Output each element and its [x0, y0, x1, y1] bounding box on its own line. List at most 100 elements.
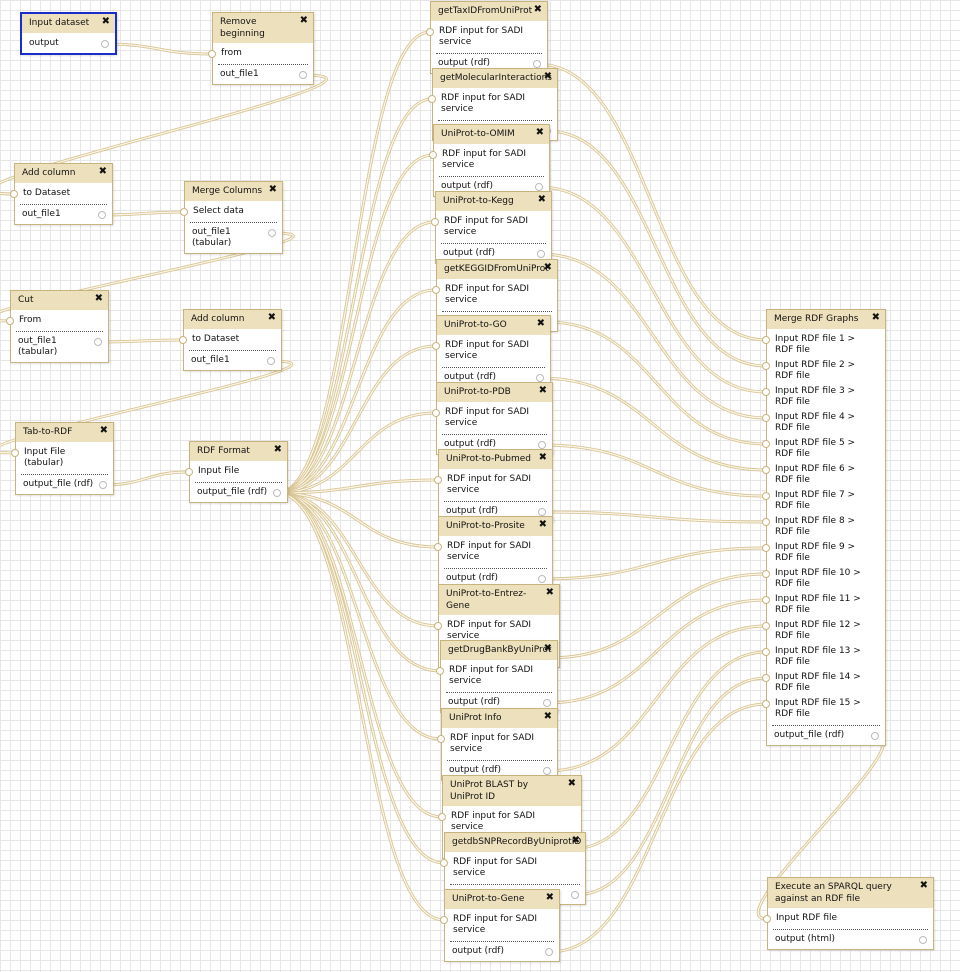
- input-terminal[interactable]: [10, 190, 18, 198]
- input-terminal[interactable]: [762, 622, 770, 630]
- node-title[interactable]: UniProt Info ✖: [442, 709, 557, 728]
- input-terminal[interactable]: [762, 596, 770, 604]
- close-icon[interactable]: ✖: [99, 166, 107, 178]
- node-title[interactable]: getDrugBankByUniProt ✖: [441, 641, 557, 660]
- node-title[interactable]: Tab-to-RDF ✖: [16, 423, 113, 442]
- output-terminal[interactable]: [919, 936, 927, 944]
- input-terminal[interactable]: [434, 543, 442, 551]
- node-uniprot-info[interactable]: UniProt Info ✖ RDF input for SADI service o…: [437, 708, 558, 781]
- node-uniprot-to-pubmed[interactable]: UniProt-to-Pubmed ✖ RDF input for SADI ser…: [434, 449, 553, 522]
- node-title[interactable]: Input dataset ✖: [22, 14, 115, 33]
- close-icon[interactable]: ✖: [572, 835, 580, 847]
- output-terminal[interactable]: [267, 357, 275, 365]
- input-terminal[interactable]: [179, 336, 187, 344]
- close-icon[interactable]: ✖: [546, 587, 554, 599]
- input-terminal[interactable]: [436, 667, 444, 675]
- output-terminal[interactable]: [535, 183, 543, 191]
- close-icon[interactable]: ✖: [95, 293, 103, 305]
- node-title[interactable]: getMolecularInteractions ✖: [433, 69, 557, 88]
- node-gettaxidfromuniprot[interactable]: getTaxIDFromUniProt ✖ RDF input for SADI s…: [426, 1, 548, 74]
- close-icon[interactable]: ✖: [544, 262, 552, 274]
- input-terminal[interactable]: [762, 570, 770, 578]
- output-terminal[interactable]: [99, 481, 107, 489]
- close-icon[interactable]: ✖: [539, 452, 547, 464]
- close-icon[interactable]: ✖: [269, 184, 277, 196]
- node-title[interactable]: UniProt-to-Gene ✖: [445, 890, 559, 909]
- node-title[interactable]: UniProt-to-Pubmed ✖: [439, 450, 552, 469]
- close-icon[interactable]: ✖: [872, 312, 880, 324]
- input-terminal[interactable]: [434, 622, 442, 630]
- input-terminal[interactable]: [431, 218, 439, 226]
- output-terminal[interactable]: [533, 60, 541, 68]
- node-title[interactable]: Add column ✖: [184, 310, 281, 329]
- close-icon[interactable]: ✖: [300, 15, 308, 27]
- output-terminal[interactable]: [94, 338, 102, 346]
- node-cut[interactable]: Cut ✖ From out_file1 (tabular): [6, 290, 109, 363]
- output-terminal[interactable]: [537, 250, 545, 258]
- node-title[interactable]: Remove beginning ✖: [213, 13, 313, 43]
- input-terminal[interactable]: [762, 648, 770, 656]
- close-icon[interactable]: ✖: [568, 778, 576, 790]
- output-terminal[interactable]: [545, 948, 553, 956]
- node-rdf-format[interactable]: RDF Format ✖ Input File output_file (rdf): [185, 441, 288, 503]
- input-terminal[interactable]: [762, 492, 770, 500]
- input-terminal[interactable]: [432, 342, 440, 350]
- close-icon[interactable]: ✖: [537, 318, 545, 330]
- close-icon[interactable]: ✖: [538, 194, 546, 206]
- node-title[interactable]: Cut ✖: [11, 291, 108, 310]
- input-terminal[interactable]: [762, 466, 770, 474]
- node-title[interactable]: UniProt-to-OMIM ✖: [434, 125, 549, 144]
- output-terminal[interactable]: [101, 40, 109, 48]
- node-add-column[interactable]: Add column ✖ to Dataset out_file1: [179, 309, 282, 371]
- node-title[interactable]: UniProt-to-Kegg ✖: [436, 192, 551, 211]
- node-title[interactable]: UniProt-to-GO ✖: [437, 316, 550, 335]
- input-terminal[interactable]: [426, 28, 434, 36]
- input-terminal[interactable]: [180, 208, 188, 216]
- node-title[interactable]: getKEGGIDFromUniProt ✖: [437, 260, 557, 279]
- node-execute-an-sparql-query-against-an-rdf-file[interactable]: Execute an SPARQL query against an RDF f…: [763, 877, 934, 950]
- input-terminal[interactable]: [762, 700, 770, 708]
- input-terminal[interactable]: [434, 476, 442, 484]
- node-title[interactable]: Execute an SPARQL query against an RDF f…: [768, 878, 933, 908]
- close-icon[interactable]: ✖: [544, 71, 552, 83]
- output-terminal[interactable]: [538, 441, 546, 449]
- input-terminal[interactable]: [429, 151, 437, 159]
- node-title[interactable]: Merge Columns ✖: [185, 182, 282, 201]
- close-icon[interactable]: ✖: [544, 643, 552, 655]
- input-terminal[interactable]: [438, 813, 446, 821]
- input-terminal[interactable]: [208, 50, 216, 58]
- input-terminal[interactable]: [185, 468, 193, 476]
- node-title[interactable]: getTaxIDFromUniProt ✖: [431, 2, 547, 21]
- close-icon[interactable]: ✖: [544, 711, 552, 723]
- input-terminal[interactable]: [440, 859, 448, 867]
- node-getdrugbankbyuniprot[interactable]: getDrugBankByUniProt ✖ RDF input for SADI …: [436, 640, 558, 713]
- node-uniprot-to-pdb[interactable]: UniProt-to-PDB ✖ RDF input for SADI servic…: [432, 382, 553, 455]
- input-terminal[interactable]: [11, 449, 19, 457]
- output-terminal[interactable]: [571, 891, 579, 899]
- input-terminal[interactable]: [762, 544, 770, 552]
- output-terminal[interactable]: [299, 71, 307, 79]
- close-icon[interactable]: ✖: [534, 4, 542, 16]
- node-uniprot-to-prosite[interactable]: UniProt-to-Prosite ✖ RDF input for SADI se…: [434, 516, 553, 589]
- input-terminal[interactable]: [428, 95, 436, 103]
- input-terminal[interactable]: [762, 414, 770, 422]
- output-terminal[interactable]: [543, 699, 551, 707]
- input-terminal[interactable]: [432, 286, 440, 294]
- close-icon[interactable]: ✖: [546, 892, 554, 904]
- node-tab-to-rdf[interactable]: Tab-to-RDF ✖ Input File (tabular) output_fi…: [11, 422, 114, 495]
- node-input-dataset[interactable]: Input dataset ✖ output: [20, 12, 117, 55]
- node-title[interactable]: RDF Format ✖: [190, 442, 287, 461]
- node-title[interactable]: Add column ✖: [15, 164, 112, 183]
- node-remove-beginning[interactable]: Remove beginning ✖ from out_file1: [208, 12, 314, 85]
- node-title[interactable]: UniProt-to-PDB ✖: [437, 383, 552, 402]
- input-terminal[interactable]: [440, 916, 448, 924]
- output-terminal[interactable]: [538, 508, 546, 516]
- node-title[interactable]: getdbSNPRecordByUniprotID ✖: [445, 833, 585, 852]
- output-terminal[interactable]: [536, 374, 544, 382]
- node-merge-columns[interactable]: Merge Columns ✖ Select data out_file1 (tabu…: [180, 181, 283, 254]
- node-uniprot-to-go[interactable]: UniProt-to-GO ✖ RDF input for SADI service…: [432, 315, 551, 388]
- input-terminal[interactable]: [762, 336, 770, 344]
- input-terminal[interactable]: [762, 518, 770, 526]
- close-icon[interactable]: ✖: [920, 880, 928, 892]
- input-terminal[interactable]: [437, 735, 445, 743]
